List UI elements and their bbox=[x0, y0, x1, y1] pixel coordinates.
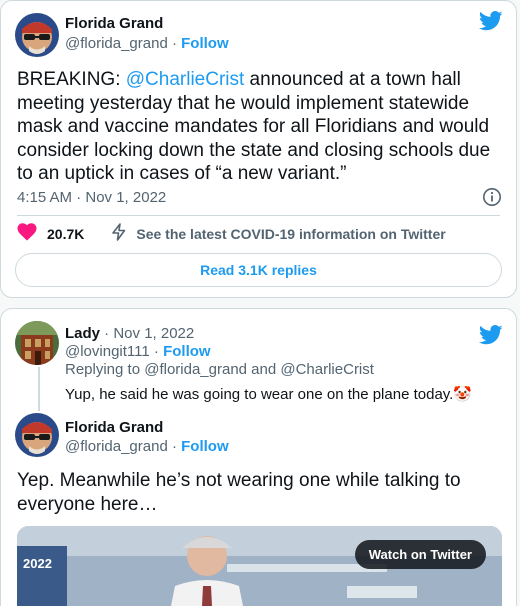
tweet-text-line-1: Yep. Meanwhile he’s not wearing one whil… bbox=[17, 470, 461, 491]
twitter-bird-icon[interactable] bbox=[478, 325, 505, 347]
author-name[interactable]: Lady bbox=[65, 325, 100, 342]
tweet-text-line-2: everyone here… bbox=[17, 493, 158, 515]
heart-icon bbox=[17, 223, 37, 244]
reply-text-line: Yup, he said he was going to wear one on… bbox=[65, 385, 472, 403]
author-handle[interactable]: @florida_grand bbox=[65, 438, 168, 455]
reply-text: Yup, he said he was going to wear one on… bbox=[65, 386, 454, 403]
author-name[interactable]: Florida Grand bbox=[65, 419, 163, 436]
twitter-bird-icon[interactable] bbox=[478, 11, 505, 33]
tweet-text-line-4: consider locking down the state and clos… bbox=[17, 139, 491, 161]
avatar[interactable] bbox=[15, 13, 59, 57]
like-count: 20.7K bbox=[47, 225, 85, 242]
covid-info-label: See the latest COVID-19 information on T… bbox=[136, 225, 446, 242]
post-date[interactable]: · Nov 1, 2022 bbox=[100, 325, 194, 342]
lightning-icon bbox=[110, 223, 128, 244]
text-prefix: BREAKING: bbox=[17, 69, 126, 90]
follow-button[interactable]: Follow bbox=[181, 438, 229, 455]
author-handle[interactable]: @florida_grand bbox=[65, 35, 168, 52]
timestamp[interactable]: 4:15 AM · Nov 1, 2022 bbox=[17, 189, 166, 206]
author-handle-line: @florida_grand · Follow bbox=[65, 35, 229, 52]
tweet-text: BREAKING: @CharlieCrist announced at a t… bbox=[17, 68, 490, 186]
like-button[interactable]: 20.7K bbox=[17, 223, 84, 244]
replying-to[interactable]: Replying to @florida_grand and @CharlieC… bbox=[65, 361, 374, 378]
author-name[interactable]: Florida Grand bbox=[65, 15, 163, 32]
avatar[interactable] bbox=[15, 413, 59, 457]
author-name-line: Lady · Nov 1, 2022 bbox=[65, 325, 194, 342]
tweet-text: Yep. Meanwhile he’s not wearing one whil… bbox=[17, 469, 461, 516]
mention-link[interactable]: @CharlieCrist bbox=[126, 69, 245, 90]
text-rest: announced at a town hall bbox=[244, 69, 461, 90]
covid-info-link[interactable]: See the latest COVID-19 information on T… bbox=[110, 223, 446, 244]
info-icon[interactable] bbox=[482, 187, 502, 207]
avatar[interactable] bbox=[15, 321, 59, 365]
action-bar: 20.7K See the latest COVID-19 informatio… bbox=[17, 223, 446, 244]
tweet-text-line-5: to an uptick in cases of “a new variant.… bbox=[17, 163, 347, 184]
media-year-badge: 2022 bbox=[23, 556, 52, 571]
divider bbox=[17, 215, 500, 216]
author-handle-line: @florida_grand · Follow bbox=[65, 438, 229, 455]
tweet-card-florida-grand: Florida Grand @florida_grand · Follow BR… bbox=[0, 0, 517, 298]
tweet-text-line-1: BREAKING: @CharlieCrist announced at a t… bbox=[17, 68, 490, 92]
follow-button[interactable]: Follow bbox=[181, 35, 229, 52]
follow-button[interactable]: Follow bbox=[163, 343, 211, 360]
separator: · bbox=[149, 343, 164, 360]
video-thumbnail[interactable]: 2022 Watch on Twitter bbox=[17, 526, 502, 606]
tweet-card-reply-thread: Lady · Nov 1, 2022 @lovingit111 · Follow… bbox=[0, 308, 517, 606]
clown-emoji: 🤡 bbox=[453, 386, 473, 403]
author-handle-line: @lovingit111 · Follow bbox=[65, 343, 211, 360]
tweet-text-line-2: meeting yesterday that he would implemen… bbox=[17, 92, 470, 114]
tweet-text-line-3: mask and vaccine mandates for all Florid… bbox=[17, 116, 490, 137]
read-replies-button[interactable]: Read 3.1K replies bbox=[15, 253, 502, 287]
thread-line bbox=[38, 367, 40, 411]
watch-on-twitter-button[interactable]: Watch on Twitter bbox=[354, 540, 486, 569]
separator: · bbox=[167, 35, 182, 52]
author-handle[interactable]: @lovingit111 bbox=[65, 343, 150, 360]
separator: · bbox=[167, 438, 182, 455]
